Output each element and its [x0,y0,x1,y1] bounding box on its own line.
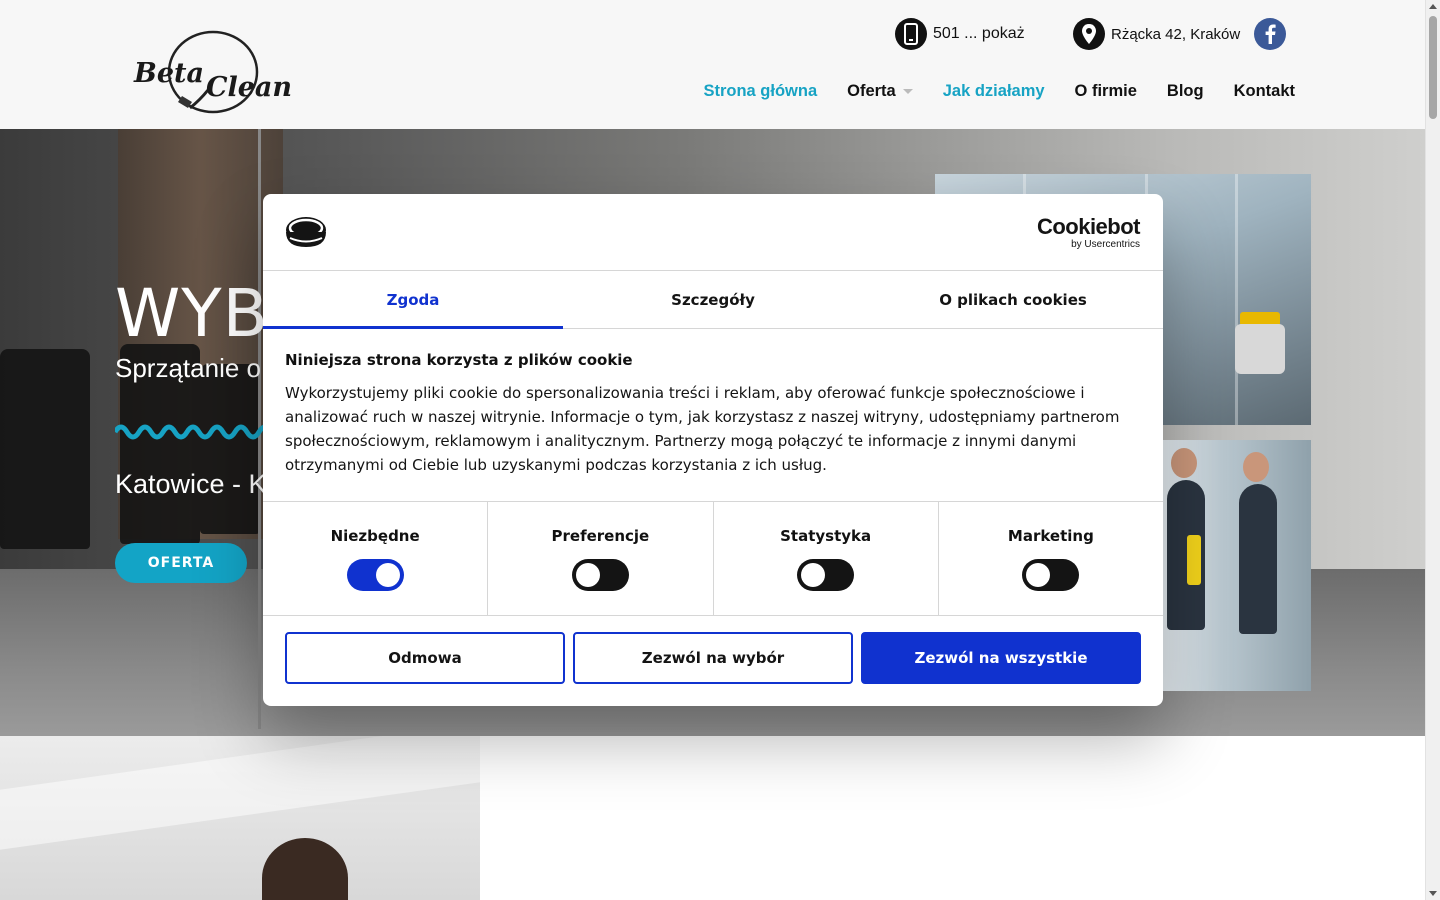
toggle-marketing[interactable] [1022,559,1080,591]
photo-spray-bottle [1187,535,1201,585]
photo-person [1239,484,1277,634]
nav-blog[interactable]: Blog [1167,82,1204,101]
scroll-up-arrow-icon[interactable] [1429,4,1437,9]
toggle-preferencje[interactable] [571,559,629,591]
page-scrollbar[interactable] [1425,0,1440,900]
toggle-statystyka[interactable] [797,559,855,591]
toggle-group-statystyka: Statystyka [714,502,939,615]
svg-text:Beta: Beta [133,58,204,89]
toggle-label: Niezbędne [330,527,420,545]
toggle-knob [1026,563,1051,587]
scroll-down-arrow-icon[interactable] [1429,891,1437,896]
nav-oferta-label: Oferta [847,82,896,100]
toggle-niezbedne[interactable] [346,559,404,591]
nav-jak-dzialamy[interactable]: Jak działamy [943,82,1045,101]
toggle-knob [575,563,600,587]
nav-strona-glowna[interactable]: Strona główna [703,82,817,101]
hero-city: Katowice - K [115,469,267,499]
cookie-category-toggles: Niezbędne Preferencje Statystyka Marketi… [263,502,1163,615]
cookie-body: Niniejsza strona korzysta z plików cooki… [263,329,1163,502]
hero-subtitle: Sprzątanie o [115,353,261,383]
photo-person-hair [262,838,348,900]
site-header: Beta Clean 501 ... pokaż Rżącka 42, Krak… [0,0,1425,129]
cookie-description: Wykorzystujemy pliki cookie do spersonal… [285,384,1120,474]
wave-decoration [115,424,265,440]
photo-person-head [1171,448,1197,478]
address-info: Rżącka 42, Kraków [1073,17,1240,51]
toggle-label: Preferencje [551,527,650,545]
logo[interactable]: Beta Clean [130,30,295,116]
toggle-group-preferencje: Preferencje [488,502,714,615]
address-text: Rżącka 42, Kraków [1111,25,1241,43]
cookiebot-brand: Cookiebot [1036,214,1141,239]
photo-person-head [1243,452,1269,482]
toggle-knob [375,563,400,587]
allow-all-button[interactable]: Zezwól na wszystkie [861,632,1141,684]
cookie-actions: Odmowa Zezwól na wybór Zezwól na wszystk… [263,615,1163,706]
cookie-heading: Niniejsza strona korzysta z plików cooki… [285,351,633,369]
phone-info[interactable]: 501 ... pokaż [895,17,1025,51]
cookie-icon [285,216,327,254]
location-pin-icon [1073,18,1105,50]
phone-icon [895,18,927,50]
cookie-consent-dialog: Cookiebot by Usercentrics Zgoda Szczegół… [263,194,1163,706]
cookiebot-brand-sub: by Usercentrics [1071,239,1140,250]
nav-oferta[interactable]: Oferta [847,82,913,101]
nav-kontakt[interactable]: Kontakt [1234,82,1295,101]
oferta-button[interactable]: OFERTA [115,543,247,583]
chevron-down-icon [902,89,913,95]
allow-selection-button[interactable]: Zezwól na wybór [573,632,853,684]
hero-title: WYB [115,275,269,352]
photo-light-beam [0,736,480,850]
cookiebot-logo[interactable]: Cookiebot by Usercentrics [1036,214,1141,251]
vacuum-cleaner [1235,324,1285,374]
scrollbar-thumb[interactable] [1429,16,1437,119]
phone-number[interactable]: 501 ... pokaż [933,25,1025,43]
window-cleaning-photo [1163,440,1311,691]
lower-section-photo [0,736,480,900]
hero-bg-chair [200,364,260,534]
toggle-label: Marketing [1007,527,1094,545]
toggle-label: Statystyka [780,527,872,545]
tab-zgoda[interactable]: Zgoda [263,271,563,329]
svg-text:Clean: Clean [206,72,292,103]
nav-o-firmie[interactable]: O firmie [1075,82,1137,101]
hero-bg-chair [0,349,90,549]
toggle-group-marketing: Marketing [939,502,1163,615]
toggle-group-niezbedne: Niezbędne [263,502,489,615]
toggle-knob [801,563,826,587]
tab-szczegoly[interactable]: Szczegóły [563,271,863,328]
facebook-icon[interactable] [1254,18,1286,50]
main-nav: Strona główna Oferta Jak działamy O firm… [703,82,1295,101]
cookie-dialog-header: Cookiebot by Usercentrics [263,194,1163,271]
tab-o-plikach-cookies[interactable]: O plikach cookies [863,271,1163,328]
photo-glass-edge [1235,174,1238,425]
cookie-tabs: Zgoda Szczegóły O plikach cookies [263,271,1163,329]
deny-button[interactable]: Odmowa [285,632,565,684]
